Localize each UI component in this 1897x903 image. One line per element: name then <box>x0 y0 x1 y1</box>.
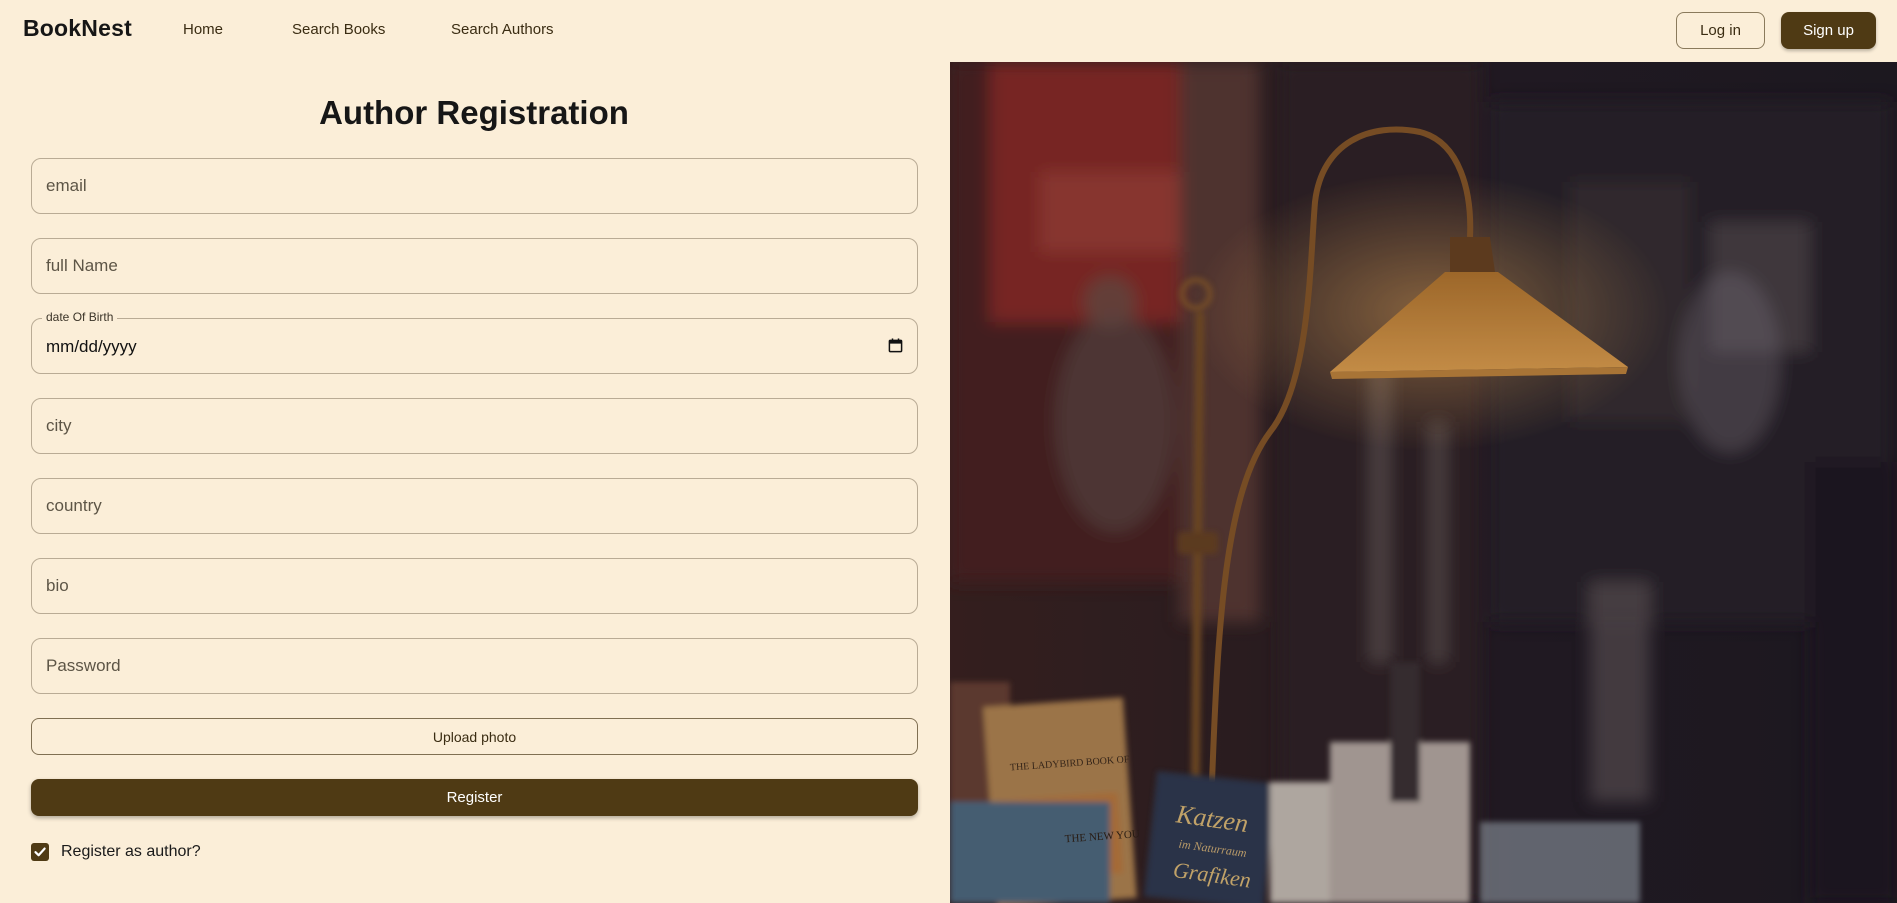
email-field-wrapper <box>31 158 918 214</box>
register-button[interactable]: Register <box>31 779 918 816</box>
page-title: Author Registration <box>319 94 629 131</box>
brand-logo[interactable]: BookNest <box>23 15 132 42</box>
registration-form: Author Registration date Of Birth mm/dd/… <box>0 62 950 903</box>
bookshop-hero-image: THE LADYBIRD BOOK OF THE NEW YOU Katzen … <box>950 62 1897 903</box>
password-field-wrapper <box>31 638 918 694</box>
upload-photo-button[interactable]: Upload photo <box>31 718 918 755</box>
date-of-birth-field[interactable]: date Of Birth mm/dd/yyyy <box>31 310 918 374</box>
nav-link-home[interactable]: Home <box>183 21 223 38</box>
city-field[interactable] <box>32 399 917 453</box>
password-field[interactable] <box>32 639 917 693</box>
full-name-field-wrapper <box>31 238 918 294</box>
full-name-field[interactable] <box>32 239 917 293</box>
nav-link-search-authors[interactable]: Search Authors <box>451 21 554 38</box>
register-as-author-label[interactable]: Register as author? <box>61 843 201 861</box>
bio-field[interactable] <box>32 559 917 613</box>
bookshop-illustration: THE LADYBIRD BOOK OF THE NEW YOU Katzen … <box>950 62 1897 903</box>
checkmark-icon <box>34 847 46 857</box>
date-of-birth-label: date Of Birth <box>42 310 118 324</box>
register-as-author-checkbox[interactable] <box>31 843 49 861</box>
calendar-icon[interactable] <box>888 338 903 353</box>
email-field[interactable] <box>32 159 917 213</box>
bio-field-wrapper <box>31 558 918 614</box>
login-button[interactable]: Log in <box>1676 12 1765 49</box>
date-of-birth-value[interactable]: mm/dd/yyyy <box>46 337 137 357</box>
nav-link-search-books[interactable]: Search Books <box>292 21 385 38</box>
register-as-author-row: Register as author? <box>31 842 201 862</box>
top-navigation-bar: BookNest Home Search Books Search Author… <box>0 0 1897 62</box>
country-field[interactable] <box>32 479 917 533</box>
signup-button[interactable]: Sign up <box>1781 12 1876 49</box>
country-field-wrapper <box>31 478 918 534</box>
city-field-wrapper <box>31 398 918 454</box>
